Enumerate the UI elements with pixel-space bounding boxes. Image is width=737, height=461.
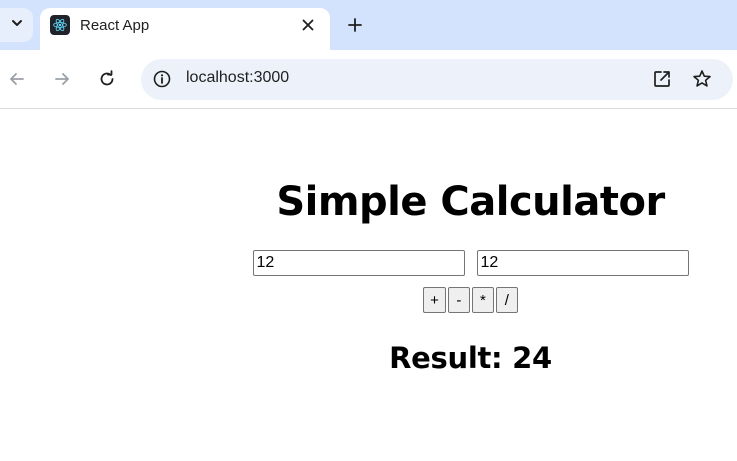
reload-icon[interactable]	[96, 68, 118, 90]
subtract-button[interactable]: -	[447, 287, 470, 313]
plus-icon[interactable]	[345, 15, 365, 35]
open-external-icon[interactable]	[651, 68, 673, 90]
result-text: Result: 24	[389, 341, 552, 375]
add-button[interactable]: +	[423, 287, 446, 313]
star-icon[interactable]	[691, 68, 713, 90]
react-logo-icon	[50, 15, 70, 35]
calculator-app: Simple Calculator + - * / Result: 24	[204, 109, 737, 375]
arrow-right-icon[interactable]	[51, 68, 73, 90]
operations-row: + - * /	[204, 287, 737, 313]
close-icon[interactable]	[300, 17, 316, 33]
second-number-input[interactable]	[476, 250, 689, 276]
info-icon[interactable]	[151, 68, 173, 90]
first-number-input[interactable]	[252, 250, 465, 276]
arrow-left-icon[interactable]	[6, 68, 28, 90]
tab-strip: React App	[0, 0, 737, 50]
browser-toolbar: localhost:3000	[0, 50, 737, 108]
page-viewport: Simple Calculator + - * / Result: 24	[0, 109, 737, 461]
multiply-button[interactable]: *	[471, 287, 494, 313]
divide-button[interactable]: /	[495, 287, 518, 313]
inputs-row	[204, 250, 737, 276]
address-bar[interactable]: localhost:3000	[141, 59, 733, 100]
active-tab[interactable]: React App	[40, 8, 330, 50]
tab-title: React App	[80, 17, 150, 34]
chevron-down-icon	[10, 16, 24, 35]
url-text[interactable]: localhost:3000	[186, 69, 289, 87]
page-title: Simple Calculator	[276, 179, 665, 225]
tab-search-button[interactable]	[0, 8, 33, 42]
